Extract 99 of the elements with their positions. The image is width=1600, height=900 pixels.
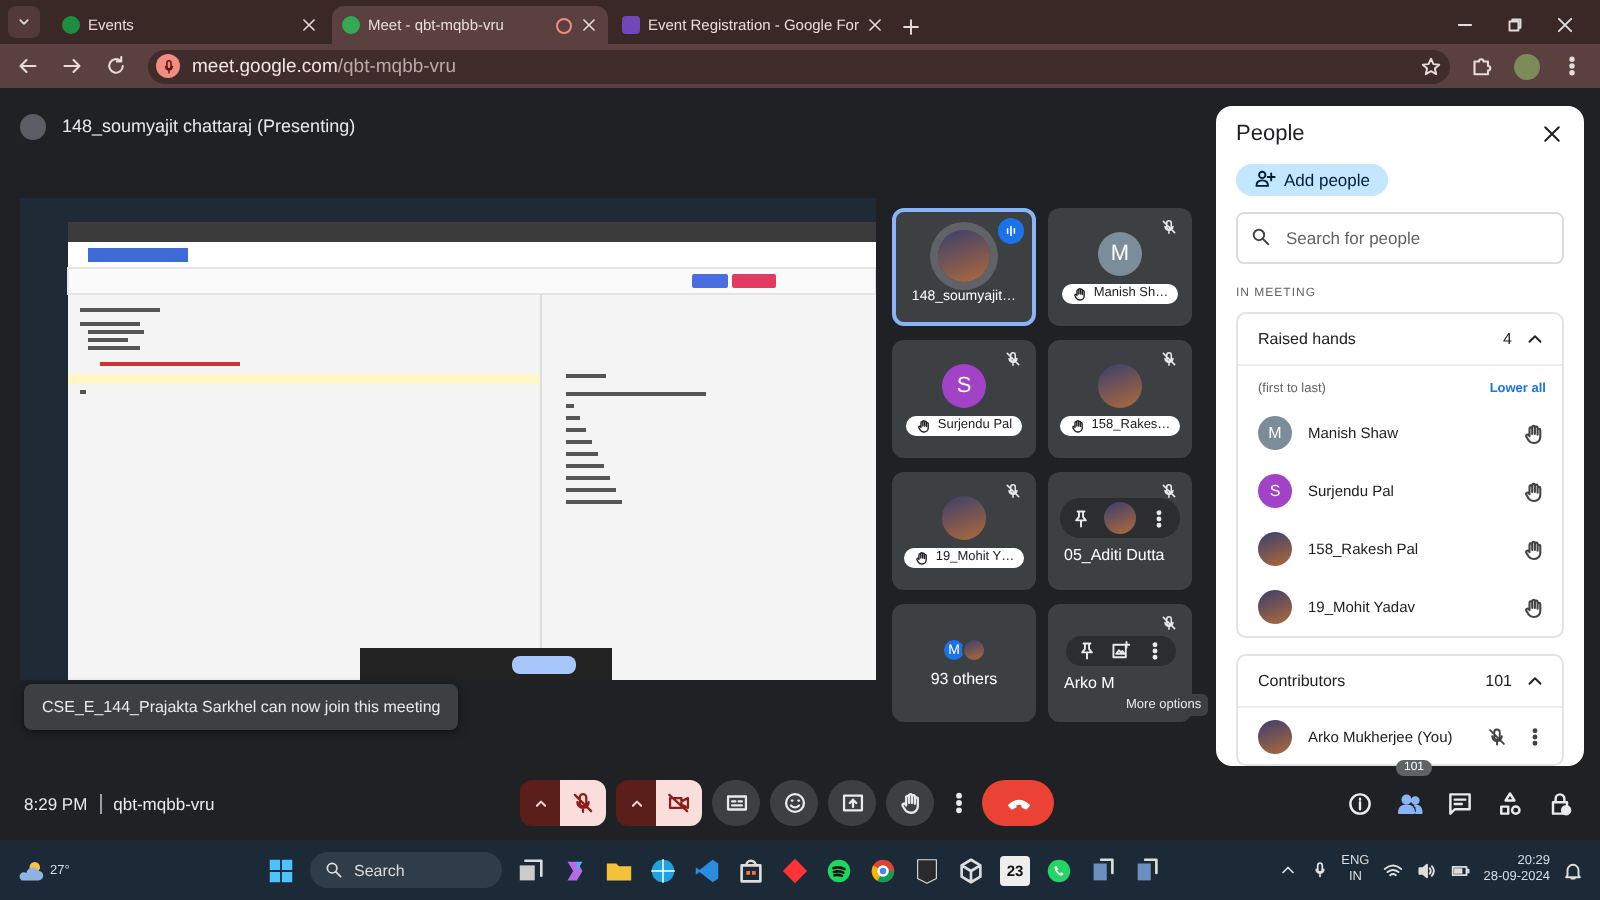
address-bar[interactable]: meet.google.com/qbt-mqbb-vru xyxy=(148,49,1450,83)
pin-icon xyxy=(1075,639,1097,661)
avatar-circle: M xyxy=(1258,416,1292,450)
participant-name: 93 others xyxy=(930,670,998,688)
camera-button[interactable] xyxy=(656,780,702,826)
chat-icon xyxy=(1445,789,1473,817)
present-screen-icon xyxy=(839,790,865,816)
profile-photo-placeholder xyxy=(1258,590,1292,624)
star-icon xyxy=(1420,55,1442,77)
wifi-icon xyxy=(1381,859,1404,881)
close-icon xyxy=(866,16,885,34)
participant-name: Arko M xyxy=(1064,673,1115,691)
close-icon xyxy=(580,16,598,34)
mic-off-icon xyxy=(1004,482,1022,500)
captions-button[interactable] xyxy=(712,780,760,826)
mic-off-icon xyxy=(1486,725,1508,747)
tab-search-button[interactable] xyxy=(8,6,40,38)
restore-icon xyxy=(1504,14,1526,36)
frame-button[interactable] xyxy=(1109,639,1131,661)
hand-icon xyxy=(897,790,923,816)
search-icon xyxy=(1250,226,1272,248)
smiley-icon xyxy=(781,790,807,816)
back-arrow-icon xyxy=(16,54,40,78)
taskbar-search[interactable]: Search xyxy=(310,852,502,888)
camera-off-icon xyxy=(666,790,692,816)
clock-time: 8:29 PM xyxy=(24,793,88,813)
avatar-circle: S xyxy=(1258,474,1292,508)
start-icon xyxy=(266,855,296,885)
group-title: Raised hands xyxy=(1258,330,1358,348)
recording-dot-icon xyxy=(556,17,572,33)
add-people-button[interactable]: Add people xyxy=(1236,163,1388,196)
participant-name: 05_Aditi Dutta xyxy=(1064,546,1165,564)
pin-button[interactable] xyxy=(1070,507,1092,529)
browser-icon xyxy=(868,855,898,885)
globe-icon xyxy=(648,855,678,885)
mic-off-icon xyxy=(1160,350,1178,368)
site-favicon-icon xyxy=(342,16,360,34)
hand-icon xyxy=(913,549,930,565)
mic-off-icon xyxy=(1004,350,1022,368)
music-app-icon xyxy=(824,855,854,885)
reactions-button[interactable] xyxy=(770,780,818,826)
notification-toast: CSE_E_144_Prajakta Sarkhel can now join this meeting xyxy=(24,684,459,730)
presenter-label: 148_soumyajit chattaraj (Presenting) xyxy=(62,116,356,136)
hand-icon xyxy=(1522,537,1546,561)
presenter-avatar xyxy=(20,113,46,139)
pin-button[interactable] xyxy=(1075,639,1097,661)
reload-icon xyxy=(104,54,128,78)
search-icon xyxy=(324,860,344,880)
shapes-icon xyxy=(1495,789,1523,817)
new-tab-icon xyxy=(900,16,922,38)
hand-icon xyxy=(1522,421,1546,445)
mic-off-icon xyxy=(570,790,596,816)
close-button[interactable] xyxy=(1540,122,1564,147)
mic-off-icon xyxy=(1160,614,1178,632)
mic-icon xyxy=(1309,860,1330,880)
info-icon xyxy=(1345,789,1373,817)
hand-icon xyxy=(1071,285,1088,301)
task-view-icon xyxy=(516,855,546,885)
search-field[interactable]: Search for people xyxy=(1236,212,1564,264)
hand-icon xyxy=(1522,479,1546,503)
leave-call-button[interactable] xyxy=(982,780,1054,826)
volume-icon xyxy=(1415,859,1438,881)
bell-icon xyxy=(1562,859,1584,881)
close-icon xyxy=(300,16,318,34)
meeting-code: qbt-mqbb-vru xyxy=(113,793,215,813)
store-icon xyxy=(736,855,766,885)
profile-avatar[interactable] xyxy=(1514,53,1540,79)
puzzle-piece-icon xyxy=(1470,54,1494,78)
microphone-button[interactable] xyxy=(560,780,606,826)
messaging-app-icon xyxy=(1044,855,1074,885)
panel-title: People xyxy=(1236,122,1305,147)
present-button[interactable] xyxy=(828,780,876,826)
site-favicon-icon xyxy=(622,16,640,34)
captions-icon xyxy=(723,790,749,816)
close-icon xyxy=(1554,14,1576,36)
avatar-circle: S xyxy=(942,363,986,407)
people-icon xyxy=(1395,789,1423,817)
raise-hand-button[interactable] xyxy=(886,780,934,826)
hand-icon xyxy=(1522,595,1546,619)
group-count: 101 xyxy=(1485,672,1512,690)
mic-off-icon xyxy=(1160,218,1178,236)
cube-icon xyxy=(956,855,986,885)
participant-tile[interactable]: 05_Aditi Dutta xyxy=(1048,472,1192,590)
pin-icon xyxy=(1070,507,1092,529)
hand-icon xyxy=(915,417,932,433)
group-count: 4 xyxy=(1503,330,1512,348)
diamond-app-icon xyxy=(780,855,810,885)
mic-off-icon xyxy=(1160,482,1178,500)
site-favicon-icon xyxy=(62,16,80,34)
picture-frame-icon xyxy=(1109,639,1131,661)
profile-photo-placeholder xyxy=(962,638,986,662)
group-title: Contributors xyxy=(1258,672,1348,690)
add-person-icon xyxy=(1253,168,1276,191)
close-icon xyxy=(1540,122,1564,147)
avatar-circle: M xyxy=(1098,231,1142,275)
hand-icon xyxy=(1069,417,1086,433)
profile-photo-placeholder xyxy=(1258,719,1292,753)
profile-photo-placeholder xyxy=(1258,532,1292,566)
forward-arrow-icon xyxy=(60,54,84,78)
